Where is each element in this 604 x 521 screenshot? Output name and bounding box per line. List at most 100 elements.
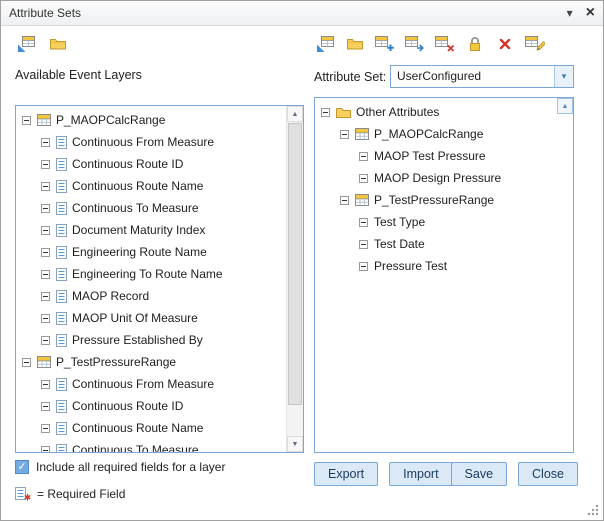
- tree-item[interactable]: Engineering Route Name: [16, 241, 286, 263]
- tree-item[interactable]: Continuous From Measure: [16, 373, 286, 395]
- field-icon: [56, 378, 67, 391]
- tree-item[interactable]: Test Type: [315, 211, 556, 233]
- expander-minus-icon[interactable]: [41, 380, 50, 389]
- tree-item[interactable]: Document Maturity Index: [16, 219, 286, 241]
- combo-arrow-icon[interactable]: ▾: [554, 66, 573, 87]
- export-button[interactable]: Export: [314, 462, 378, 486]
- tree-item[interactable]: Continuous Route ID: [16, 395, 286, 417]
- tree-item-label: Engineering To Route Name: [72, 267, 223, 281]
- tree-item[interactable]: MAOP Record: [16, 285, 286, 307]
- resize-grip[interactable]: [587, 504, 599, 516]
- expander-minus-icon[interactable]: [359, 174, 368, 183]
- available-layers-panel: P_MAOPCalcRange Continuous From Measure Co…: [15, 105, 304, 453]
- table-edit-icon[interactable]: [524, 33, 545, 54]
- expander-minus-icon[interactable]: [41, 402, 50, 411]
- scroll-up-icon[interactable]: ▲: [287, 106, 303, 122]
- expander-minus-icon[interactable]: [41, 182, 50, 191]
- tree-item[interactable]: Continuous Route Name: [16, 417, 286, 439]
- expander-minus-icon[interactable]: [340, 130, 349, 139]
- tree-item[interactable]: Continuous Route ID: [16, 153, 286, 175]
- table-icon: [355, 194, 369, 206]
- tree-item[interactable]: P_MAOPCalcRange: [315, 123, 556, 145]
- expander-minus-icon[interactable]: [359, 262, 368, 271]
- delete-x-icon[interactable]: [494, 33, 515, 54]
- attribute-set-label: Attribute Set:: [314, 70, 386, 84]
- tree-item[interactable]: Engineering To Route Name: [16, 263, 286, 285]
- table-plus-icon[interactable]: [374, 33, 395, 54]
- tree-item[interactable]: Other Attributes: [315, 101, 556, 123]
- tree-item[interactable]: Pressure Test: [315, 255, 556, 277]
- save-button[interactable]: Save: [451, 462, 508, 486]
- tree-item-label: Continuous To Measure: [72, 201, 199, 215]
- expander-minus-icon[interactable]: [41, 160, 50, 169]
- import-button[interactable]: Import: [389, 462, 452, 486]
- expander-minus-icon[interactable]: [41, 270, 50, 279]
- expander-minus-icon[interactable]: [359, 240, 368, 249]
- tree-item[interactable]: MAOP Design Pressure: [315, 167, 556, 189]
- expander-minus-icon[interactable]: [359, 152, 368, 161]
- expander-minus-icon[interactable]: [340, 196, 349, 205]
- tree-item-label: Continuous Route Name: [72, 421, 203, 435]
- folder-open-icon[interactable]: [344, 33, 365, 54]
- scrollbar-thumb[interactable]: [288, 123, 302, 405]
- expander-minus-icon[interactable]: [321, 108, 330, 117]
- expander-minus-icon[interactable]: [41, 424, 50, 433]
- tree-item-label: MAOP Unit Of Measure: [72, 311, 198, 325]
- tree-item[interactable]: Continuous From Measure: [16, 131, 286, 153]
- tree-item-label: P_TestPressureRange: [374, 193, 494, 207]
- tree-item-label: Continuous From Measure: [72, 135, 214, 149]
- include-required-label: Include all required fields for a layer: [36, 460, 225, 474]
- tree-item-label: MAOP Test Pressure: [374, 149, 486, 163]
- tree-item-label: Engineering Route Name: [72, 245, 207, 259]
- expander-minus-icon[interactable]: [41, 314, 50, 323]
- table-arrow-icon[interactable]: [15, 33, 36, 54]
- tree-item-label: Continuous Route ID: [72, 399, 183, 413]
- close-icon[interactable]: ×: [586, 5, 595, 21]
- expander-minus-icon[interactable]: [22, 116, 31, 125]
- scroll-up-icon[interactable]: ▲: [557, 98, 573, 114]
- tree-item[interactable]: P_TestPressureRange: [16, 351, 286, 373]
- field-icon: [56, 400, 67, 413]
- table-icon: [37, 114, 51, 126]
- tree-item[interactable]: MAOP Test Pressure: [315, 145, 556, 167]
- expander-minus-icon[interactable]: [41, 446, 50, 453]
- expander-minus-icon[interactable]: [359, 218, 368, 227]
- table-insert-icon[interactable]: [404, 33, 425, 54]
- tree-item[interactable]: Test Date: [315, 233, 556, 255]
- field-icon: [56, 422, 67, 435]
- required-field-icon: [15, 487, 31, 501]
- table-remove-icon[interactable]: [434, 33, 455, 54]
- field-icon: [56, 136, 67, 149]
- expander-minus-icon[interactable]: [41, 226, 50, 235]
- left-scrollbar[interactable]: ▲ ▼: [286, 106, 303, 452]
- tree-item[interactable]: Pressure Established By: [16, 329, 286, 351]
- close-button[interactable]: Close: [518, 462, 578, 486]
- tree-item[interactable]: Continuous To Measure: [16, 439, 286, 452]
- tree-item[interactable]: MAOP Unit Of Measure: [16, 307, 286, 329]
- expander-minus-icon[interactable]: [41, 248, 50, 257]
- tree-item[interactable]: P_TestPressureRange: [315, 189, 556, 211]
- expander-minus-icon[interactable]: [41, 138, 50, 147]
- tree-item[interactable]: Continuous To Measure: [16, 197, 286, 219]
- toolbar: [15, 33, 589, 55]
- attribute-set-dropdown[interactable]: UserConfigured ▾: [390, 65, 574, 88]
- dock-arrow-icon[interactable]: ▾: [567, 7, 573, 19]
- expander-minus-icon[interactable]: [41, 292, 50, 301]
- required-field-legend: = Required Field: [15, 487, 125, 501]
- scroll-down-icon[interactable]: ▼: [287, 436, 303, 452]
- lock-icon[interactable]: [464, 33, 485, 54]
- tree-item-label: Test Date: [374, 237, 425, 251]
- expander-minus-icon[interactable]: [41, 204, 50, 213]
- expander-minus-icon[interactable]: [22, 358, 31, 367]
- tree-item[interactable]: P_MAOPCalcRange: [16, 109, 286, 131]
- tree-item[interactable]: Continuous Route Name: [16, 175, 286, 197]
- tree-item-label: P_MAOPCalcRange: [56, 113, 165, 127]
- save-close-group: Save Close: [451, 462, 578, 486]
- table-arrow-icon[interactable]: [314, 33, 335, 54]
- expander-minus-icon[interactable]: [41, 336, 50, 345]
- field-icon: [56, 180, 67, 193]
- folder-open-icon[interactable]: [47, 33, 68, 54]
- field-icon: [56, 334, 67, 347]
- field-icon: [56, 312, 67, 325]
- include-required-checkbox[interactable]: ✓: [15, 460, 29, 474]
